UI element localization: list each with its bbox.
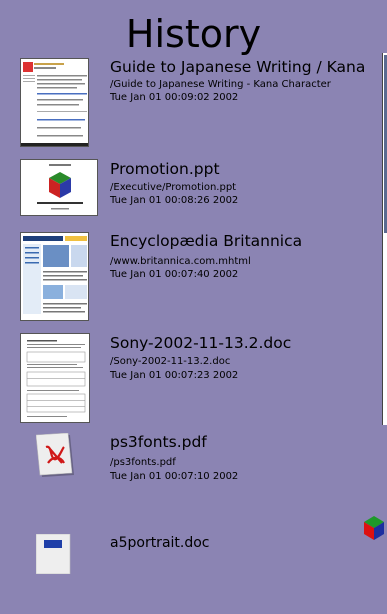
web-page-thumbnail [20, 58, 89, 147]
item-path: /Executive/Promotion.ppt [110, 182, 237, 193]
item-name: Encyclopædia Britannica [110, 232, 303, 250]
pdf-icon [35, 432, 76, 479]
item-date: Tue Jan 01 00:09:02 2002 [110, 92, 239, 103]
history-item[interactable]: Sony-2002-11-13.2.doc /Sony-2002-11-13.2… [0, 333, 387, 423]
item-path: /ps3fonts.pdf [110, 457, 176, 468]
item-date: Tue Jan 01 00:07:23 2002 [110, 370, 239, 381]
history-item[interactable]: Promotion.ppt /Executive/Promotion.ppt T… [0, 159, 387, 239]
item-name: Guide to Japanese Writing / Kana [110, 58, 366, 76]
document-thumbnail [20, 333, 90, 423]
history-item[interactable]: Encyclopædia Britannica /www.britannica.… [0, 231, 387, 321]
page-title: History [125, 12, 262, 56]
item-name: Promotion.ppt [110, 160, 220, 178]
item-date: Tue Jan 01 00:07:40 2002 [110, 269, 239, 280]
item-date: Tue Jan 01 00:07:10 2002 [110, 471, 239, 482]
item-path: /Sony-2002-11-13.2.doc [110, 356, 231, 367]
document-icon [35, 533, 76, 575]
item-name: a5portrait.doc [110, 535, 210, 551]
item-path: /Guide to Japanese Writing - Kana Charac… [110, 79, 331, 90]
side-preview-panel[interactable] [382, 53, 387, 425]
presentation-thumbnail [20, 159, 98, 216]
web-page-thumbnail [20, 232, 89, 321]
item-path: /www.britannica.com.mhtml [110, 256, 251, 267]
item-name: ps3fonts.pdf [110, 433, 207, 451]
history-item[interactable]: a5portrait.doc [0, 533, 387, 614]
history-item[interactable]: ps3fonts.pdf /ps3fonts.pdf Tue Jan 01 00… [0, 432, 387, 513]
cube-logo-icon [362, 514, 387, 544]
history-item[interactable]: Guide to Japanese Writing / Kana /Guide … [0, 56, 387, 147]
item-name: Sony-2002-11-13.2.doc [110, 334, 292, 352]
item-date: Tue Jan 01 00:08:26 2002 [110, 195, 239, 206]
